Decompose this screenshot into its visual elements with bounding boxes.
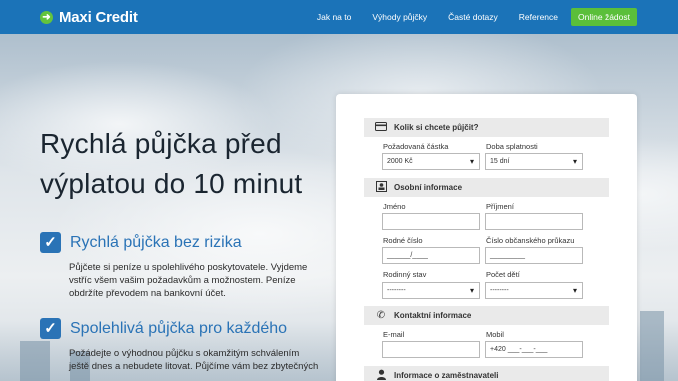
section-header-employer: Informace o zaměstnavateli bbox=[364, 366, 609, 381]
birth-number-label: Rodné číslo bbox=[383, 236, 423, 245]
feature-item: ✓ Spolehlivá půjčka pro každého Požádejt… bbox=[40, 318, 320, 373]
email-label: E-mail bbox=[383, 330, 405, 339]
term-label: Doba splatnosti bbox=[486, 142, 538, 151]
amount-select[interactable]: 2000 Kč bbox=[382, 153, 480, 170]
feature-item: ✓ Rychlá půjčka bez rizika Půjčete si pe… bbox=[40, 232, 320, 300]
amount-label: Požadovaná částka bbox=[383, 142, 449, 151]
nav-link-faq[interactable]: Časté dotazy bbox=[448, 12, 498, 22]
section-header-personal: Osobní informace bbox=[364, 178, 609, 197]
brand-name: Maxi Credit bbox=[59, 8, 138, 26]
marital-status-label: Rodinný stav bbox=[383, 270, 427, 279]
hero-title: Rychlá půjčka před výplatou do 10 minut bbox=[40, 128, 303, 199]
section-header-loan: Kolik si chcete půjčit? bbox=[364, 118, 609, 137]
id-card-icon bbox=[373, 180, 389, 195]
id-card-input[interactable]: _________ bbox=[485, 247, 583, 264]
email-input[interactable] bbox=[382, 341, 480, 358]
checkmark-icon: ✓ bbox=[40, 232, 61, 253]
children-label: Počet dětí bbox=[486, 270, 520, 279]
phone-icon: ✆ bbox=[376, 310, 386, 321]
birth-number-input[interactable]: ______/____ bbox=[382, 247, 480, 264]
first-name-label: Jméno bbox=[383, 202, 406, 211]
marital-status-select[interactable]: -------- bbox=[382, 282, 480, 299]
credit-card-icon bbox=[373, 121, 389, 134]
nav-link-how-to[interactable]: Jak na to bbox=[317, 12, 352, 22]
mobile-input[interactable]: +420 ___-___-___ bbox=[485, 341, 583, 358]
checkmark-icon: ✓ bbox=[40, 318, 61, 339]
loan-application-form: Kolik si chcete půjčit? Požadovaná částk… bbox=[336, 94, 637, 381]
term-select[interactable]: 15 dní bbox=[485, 153, 583, 170]
feature-title: Spolehlivá půjčka pro každého bbox=[70, 319, 288, 337]
user-icon bbox=[373, 369, 389, 381]
first-name-input[interactable] bbox=[382, 213, 480, 230]
mobile-label: Mobil bbox=[486, 330, 504, 339]
top-navigation-bar: ➜ Maxi Credit Jak na to Výhody půjčky Ča… bbox=[0, 0, 678, 34]
arrow-circle-icon: ➜ bbox=[40, 10, 53, 24]
last-name-input[interactable] bbox=[485, 213, 583, 230]
nav-link-reference[interactable]: Reference bbox=[519, 12, 558, 22]
id-card-label: Číslo občanského průkazu bbox=[486, 236, 575, 245]
feature-description: Půjčete si peníze u spolehlivého poskyto… bbox=[69, 262, 308, 299]
brand-logo[interactable]: ➜ Maxi Credit bbox=[40, 9, 138, 26]
feature-description: Požádejte o výhodnou půjčku s okamžitým … bbox=[69, 348, 319, 372]
last-name-label: Příjmení bbox=[486, 202, 514, 211]
nav-link-benefits[interactable]: Výhody půjčky bbox=[372, 12, 427, 22]
section-header-contact: ✆ Kontaktní informace bbox=[364, 306, 609, 325]
main-nav: Jak na to Výhody půjčky Časté dotazy Ref… bbox=[317, 8, 637, 26]
online-application-button[interactable]: Online žádost bbox=[571, 8, 637, 26]
children-select[interactable]: -------- bbox=[485, 282, 583, 299]
feature-title: Rychlá půjčka bez rizika bbox=[70, 233, 242, 251]
